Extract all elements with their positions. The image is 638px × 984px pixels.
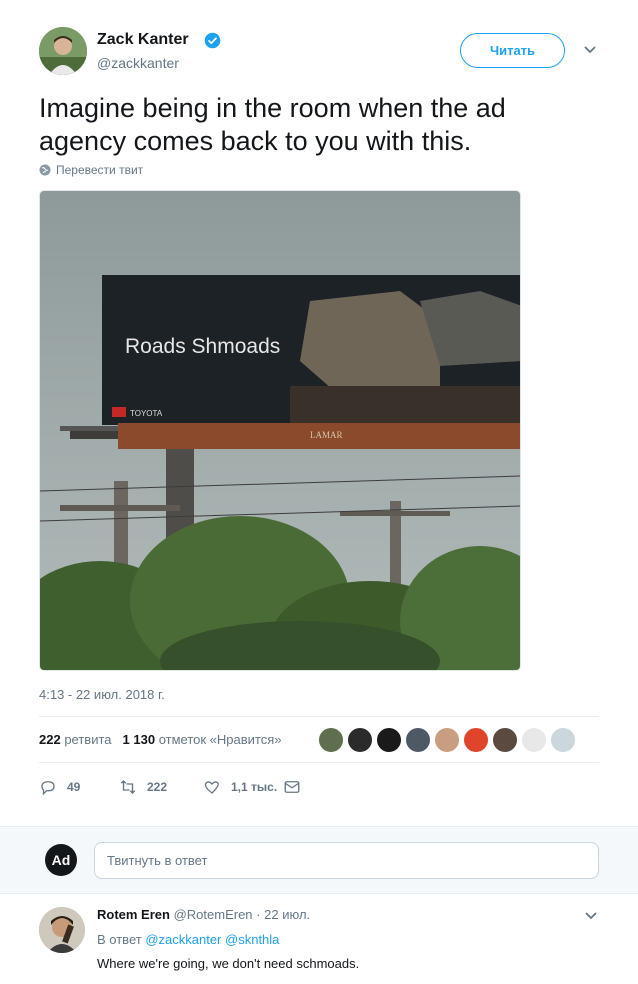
liker-avatar[interactable] (434, 727, 460, 753)
tweet-text: Imagine being in the room when the ad ag… (39, 93, 506, 156)
chevron-down-icon[interactable] (584, 911, 598, 921)
liker-avatar[interactable] (550, 727, 576, 753)
tweet-timestamp[interactable]: 4:13 - 22 июл. 2018 г. (39, 687, 165, 702)
tweet-photo[interactable]: Roads Shmoads TOYOTA LAMAR (39, 190, 521, 671)
liker-avatar[interactable] (347, 727, 373, 753)
liker-avatar[interactable] (376, 727, 402, 753)
dm-action[interactable] (283, 778, 301, 796)
tweet-actions: 49 222 1,1 тыс. (39, 778, 301, 796)
brand-text: TOYOTA (130, 409, 163, 418)
liker-avatar[interactable] (463, 727, 489, 753)
reply-composer: Ad (0, 826, 638, 894)
divider (39, 716, 599, 717)
mention-link[interactable]: @zackkanter (145, 932, 221, 947)
author-avatar[interactable] (39, 27, 87, 75)
reply-author-name[interactable]: Rotem Eren (97, 907, 170, 922)
retweet-action[interactable]: 222 (119, 778, 203, 796)
liker-avatar[interactable] (318, 727, 344, 753)
verified-badge-icon (204, 32, 221, 49)
heart-icon (204, 781, 219, 794)
reply-input[interactable] (94, 842, 599, 879)
reply-tweet[interactable]: Rotem Eren @RotemEren · 22 июл. В ответ … (0, 895, 638, 984)
liker-avatar[interactable] (521, 727, 547, 753)
reply-date[interactable]: 22 июл. (264, 907, 310, 922)
translate-label[interactable]: Перевести твит (56, 163, 143, 177)
lamar-text: LAMAR (310, 430, 343, 440)
chevron-down-icon[interactable] (583, 45, 597, 55)
likers-avatars (318, 727, 579, 753)
author-name[interactable]: Zack Kanter (97, 31, 189, 49)
reply-header: Rotem Eren @RotemEren · 22 июл. (97, 907, 310, 922)
reply-text: Where we're going, we don't need schmoad… (97, 956, 360, 971)
translate-link[interactable]: Перевести твит (39, 163, 143, 177)
separator-dot: · (256, 907, 261, 922)
like-action[interactable]: 1,1 тыс. (203, 778, 283, 796)
tweet: Zack Kanter @zackkanter Читать Imagine b… (0, 0, 638, 826)
reply-icon (41, 781, 55, 796)
globe-icon (39, 164, 51, 176)
reply-author-handle[interactable]: @RotemEren (174, 907, 253, 922)
divider (39, 762, 599, 763)
liker-avatar[interactable] (492, 727, 518, 753)
tweet-stats: 222 ретвита 1 130 отметок «Нравится» (39, 732, 282, 747)
liker-avatar[interactable] (405, 727, 431, 753)
retweet-icon (120, 780, 136, 794)
in-reply-to: В ответ @zackkanter @sknthla (97, 932, 280, 947)
envelope-icon (284, 781, 300, 793)
reply-author-avatar[interactable] (39, 907, 85, 953)
reply-action[interactable]: 49 (39, 778, 119, 796)
author-handle[interactable]: @zackkanter (97, 55, 179, 71)
mention-link[interactable]: @sknthla (225, 932, 279, 947)
like-stat[interactable]: 1 130 отметок «Нравится» (123, 732, 282, 747)
follow-button[interactable]: Читать (460, 33, 565, 68)
retweet-stat[interactable]: 222 ретвита (39, 732, 112, 747)
current-user-avatar[interactable]: Ad (45, 844, 77, 876)
billboard-text: Roads Shmoads (125, 335, 280, 358)
